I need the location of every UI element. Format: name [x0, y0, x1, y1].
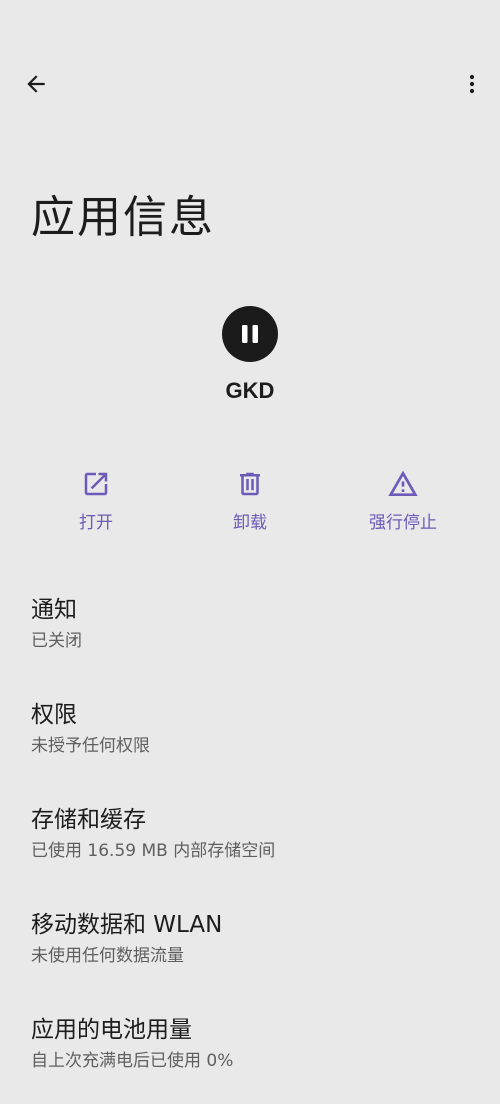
open-external-icon — [84, 472, 108, 496]
arrow-back-icon — [27, 75, 45, 93]
battery-usage-item[interactable]: 应用的电池用量 自上次充满电后已使用 0% — [0, 1000, 500, 1104]
uninstall-label: 卸载 — [233, 513, 267, 533]
setting-subtitle: 自上次充满电后已使用 0% — [31, 1051, 234, 1071]
setting-title: 通知 — [31, 597, 77, 623]
setting-subtitle: 已使用 16.59 MB 内部存储空间 — [31, 841, 276, 861]
mobile-data-wlan-item[interactable]: 移动数据和 WLAN 未使用任何数据流量 — [0, 895, 500, 999]
force-stop-button[interactable]: 强行停止 — [333, 466, 473, 533]
pause-icon — [242, 325, 258, 343]
setting-title: 权限 — [31, 702, 77, 728]
permissions-item[interactable]: 权限 未授予任何权限 — [0, 685, 500, 789]
app-name: GKD — [225, 378, 275, 403]
setting-title: 存储和缓存 — [31, 807, 146, 833]
app-actions: 打开 卸载 强行停止 — [0, 466, 500, 536]
warning-icon — [388, 470, 418, 496]
setting-subtitle: 未授予任何权限 — [31, 736, 150, 756]
back-button[interactable] — [14, 62, 58, 106]
more-options-button[interactable] — [450, 62, 494, 106]
force-stop-label: 强行停止 — [369, 513, 437, 533]
open-button[interactable]: 打开 — [26, 466, 166, 533]
open-label: 打开 — [79, 513, 113, 533]
app-icon — [222, 306, 278, 362]
app-header: GKD — [0, 306, 500, 404]
trash-icon — [240, 472, 260, 496]
setting-subtitle: 未使用任何数据流量 — [31, 946, 184, 966]
page-title: 应用信息 — [31, 192, 215, 243]
top-app-bar — [0, 0, 500, 168]
uninstall-button[interactable]: 卸载 — [180, 466, 320, 533]
notifications-item[interactable]: 通知 已关闭 — [0, 580, 500, 684]
storage-cache-item[interactable]: 存储和缓存 已使用 16.59 MB 内部存储空间 — [0, 790, 500, 894]
setting-subtitle: 已关闭 — [31, 631, 82, 651]
more-vert-icon — [469, 74, 475, 94]
setting-title: 应用的电池用量 — [31, 1017, 192, 1043]
setting-title: 移动数据和 WLAN — [31, 912, 223, 938]
